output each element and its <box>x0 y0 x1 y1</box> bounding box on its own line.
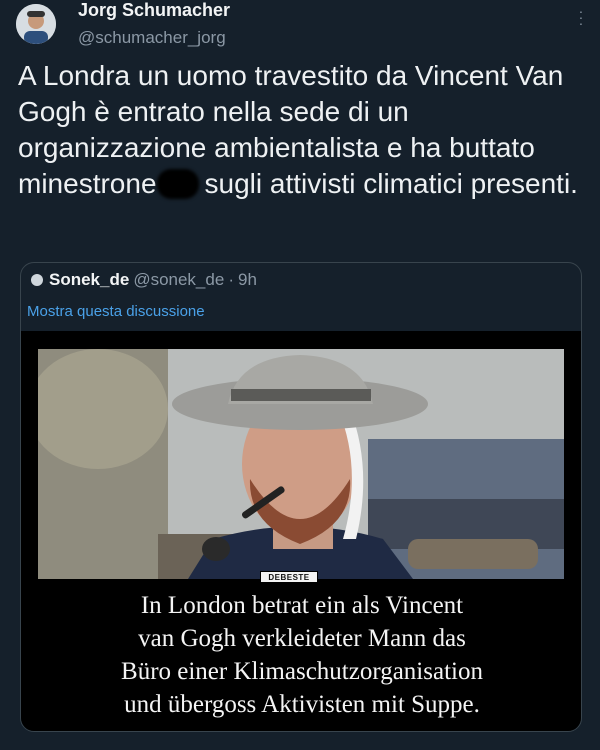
man-in-hat-photo <box>38 349 564 579</box>
watermark-logo: DEBESTE <box>260 571 318 583</box>
quoted-media[interactable]: DEBESTE In London betrat ein als Vincent… <box>21 331 581 731</box>
caption-line: und übergoss Aktivisten mit Suppe. <box>124 691 480 718</box>
caption-line: Büro einer Klimaschutzorganisation <box>121 658 483 685</box>
redaction-mark <box>156 169 199 199</box>
author-name[interactable]: Jorg Schumacher <box>78 0 230 21</box>
tweet-text: A Londra un uomo travestito da Vincent V… <box>18 58 588 202</box>
quoted-tweet[interactable]: Sonek_de @sonek_de · 9h Mostra questa di… <box>20 262 582 732</box>
tweet-text-part-2: sugli attivisti climatici presenti. <box>204 168 578 199</box>
quoted-tweet-header: Sonek_de @sonek_de · 9h <box>31 269 257 291</box>
author-avatar[interactable] <box>16 4 56 44</box>
image-caption: In London betrat ein als Vincent van Gog… <box>21 589 581 721</box>
tweet: Jorg Schumacher @schumacher_jorg · · · A L… <box>0 0 600 750</box>
more-options-icon[interactable]: · · · <box>576 4 586 30</box>
show-thread-link[interactable]: Mostra questa discussione <box>27 303 205 320</box>
caption-line: van Gogh verkleideter Mann das <box>138 625 466 652</box>
quoted-author-name[interactable]: Sonek_de <box>49 270 129 290</box>
caption-line: In London betrat ein als Vincent <box>140 592 464 619</box>
quoted-author-avatar[interactable] <box>31 274 43 286</box>
quoted-tweet-time[interactable]: 9h <box>238 270 257 290</box>
header-separator: · <box>228 270 234 289</box>
quoted-author-handle[interactable]: @sonek_de <box>133 270 224 290</box>
author-handle[interactable]: @schumacher_jorg <box>78 28 226 48</box>
